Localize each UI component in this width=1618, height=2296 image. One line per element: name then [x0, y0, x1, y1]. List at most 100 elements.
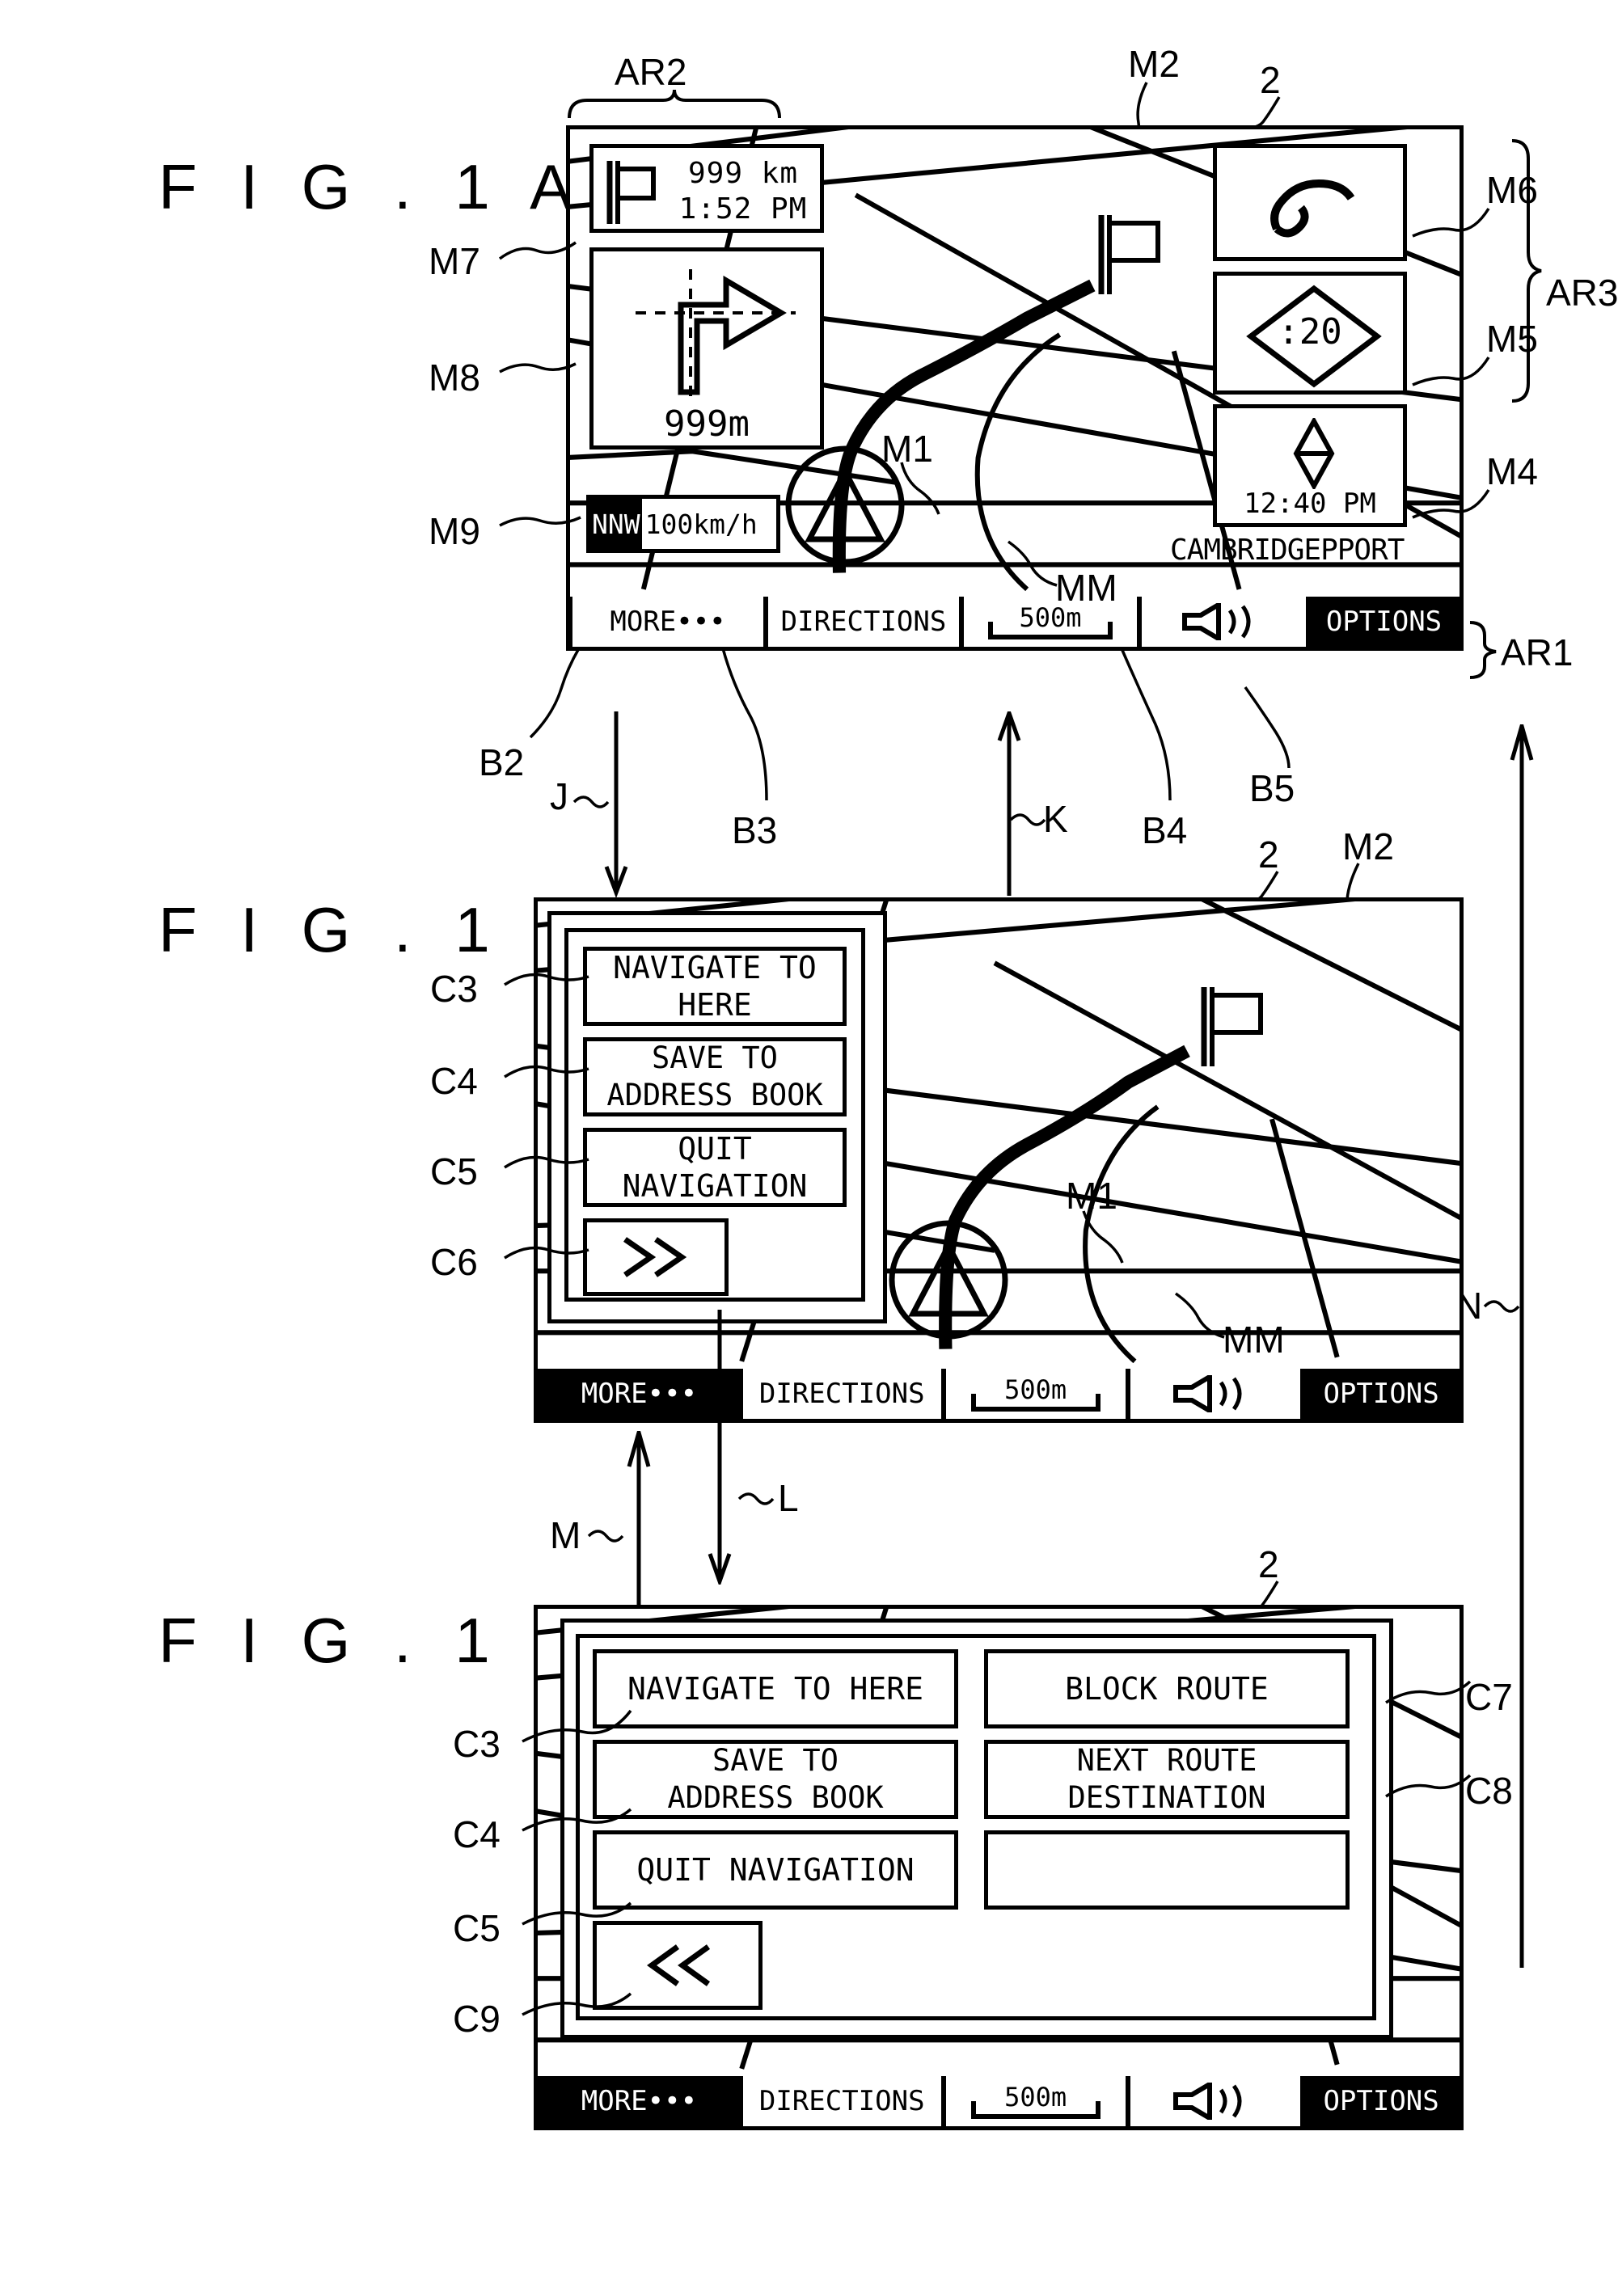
m4-label: M4	[1486, 450, 1538, 492]
scale-button-b[interactable]: 500m	[943, 1369, 1128, 1419]
city-label: CAMBRIDGEPPORT	[1170, 534, 1405, 567]
speaker-volume-icon-b	[1172, 1375, 1242, 1412]
save-to-address-book-button-b[interactable]: SAVE TO ADDRESS BOOK	[583, 1037, 847, 1116]
directions-button-a[interactable]: DIRECTIONS	[766, 597, 961, 647]
next-page-button-b[interactable]	[583, 1218, 729, 1296]
phone-handset-icon	[1270, 179, 1355, 238]
flow-arrow-k	[997, 711, 1021, 896]
volume-button-a[interactable]	[1139, 597, 1308, 647]
leader-m9	[499, 516, 581, 527]
navigate-to-here-button-c[interactable]: NAVIGATE TO HERE	[593, 1649, 958, 1728]
leader-b4	[1120, 648, 1172, 801]
destination-flag-icon-map-a	[1098, 215, 1160, 294]
toolbar-c: MORE••• DIRECTIONS 500m OPTIONS	[538, 2076, 1460, 2126]
ar3-label: AR3	[1546, 272, 1618, 314]
destination-flag-icon	[606, 161, 656, 224]
leader-b2	[529, 648, 581, 739]
flow-label-l: L	[778, 1477, 799, 1519]
leader-c6-b	[504, 1246, 589, 1260]
ar1-brace	[1469, 621, 1497, 679]
options-button-a[interactable]: OPTIONS	[1308, 597, 1460, 647]
more-menu-panel-c: NAVIGATE TO HERE SAVE TO ADDRESS BOOK QU…	[560, 1619, 1393, 2039]
volume-button-b[interactable]	[1127, 1369, 1303, 1419]
leader-c9-c	[522, 1992, 632, 2016]
figure-title-1a: F I G . 1 A	[158, 151, 585, 222]
vehicle-position-triangle-icon-b	[889, 1220, 1008, 1340]
maneuver-box[interactable]: 999m	[589, 247, 824, 449]
navigate-to-here-button-b[interactable]: NAVIGATE TO HERE	[583, 947, 847, 1026]
empty-slot-c[interactable]	[984, 1830, 1350, 1910]
leader-c4-c	[522, 1808, 632, 1832]
eta-info-box[interactable]: 999 km 1:52 PM	[589, 144, 824, 233]
c3-label-b: C3	[430, 968, 478, 1010]
flow-arrow-l	[708, 1310, 732, 1585]
leader-m1-a	[900, 462, 940, 515]
figure-title-1b: F I G . 1 B	[158, 894, 589, 965]
speaker-volume-icon-c	[1172, 2083, 1242, 2120]
b4-label: B4	[1142, 809, 1188, 851]
compass-needle-icon	[1293, 418, 1335, 489]
c5-label-b: C5	[430, 1150, 478, 1192]
scale-button-c[interactable]: 500m	[943, 2076, 1128, 2126]
volume-button-c[interactable]	[1127, 2076, 1303, 2126]
toolbar-a: MORE••• DIRECTIONS 500m OPTIONS	[570, 597, 1460, 647]
compass-clock-button[interactable]: 12:40 PM	[1213, 404, 1407, 527]
more-button-c[interactable]: MORE•••	[538, 2076, 741, 2126]
leader-k	[1009, 813, 1046, 826]
m8-label: M8	[429, 357, 480, 399]
turn-right-arrow-icon	[636, 269, 796, 399]
more-menu-panel-b: NAVIGATE TO HERE SAVE TO ADDRESS BOOK QU…	[547, 911, 887, 1323]
leader-mm-b	[1174, 1292, 1225, 1339]
leader-j	[572, 796, 610, 808]
leader-mm-a	[1007, 540, 1058, 587]
leader-c4-b	[504, 1065, 589, 1078]
maneuver-distance: 999m	[664, 403, 750, 445]
traffic-delay-button[interactable]: :20	[1213, 272, 1407, 395]
phone-button[interactable]	[1213, 144, 1407, 261]
leader-c5-c	[522, 1901, 632, 1926]
quit-navigation-button-c[interactable]: QUIT NAVIGATION	[593, 1830, 958, 1910]
b3-label: B3	[732, 809, 778, 851]
leader-m7	[498, 241, 577, 260]
scale-bar-b	[970, 1394, 1100, 1412]
c5-label-c: C5	[453, 1907, 501, 1949]
scale-bar-c	[970, 2101, 1100, 2119]
leader-b3	[721, 648, 768, 801]
options-button-b[interactable]: OPTIONS	[1303, 1369, 1460, 1419]
leader-l	[737, 1492, 775, 1505]
figure-title-1c: F I G . 1 C	[158, 1605, 592, 1676]
more-menu-inner-c: NAVIGATE TO HERE SAVE TO ADDRESS BOOK QU…	[576, 1634, 1376, 2020]
next-route-destination-button-c[interactable]: NEXT ROUTE DESTINATION	[984, 1740, 1350, 1819]
flow-label-j: J	[550, 775, 568, 817]
options-button-c[interactable]: OPTIONS	[1303, 2076, 1460, 2126]
c9-label-c: C9	[453, 1998, 501, 2040]
leader-c3-b	[504, 973, 589, 986]
m7-label: M7	[429, 240, 480, 282]
navigation-screen-b: NAVIGATE TO HERE SAVE TO ADDRESS BOOK QU…	[534, 897, 1464, 1423]
eta-distance: 999 km	[687, 157, 799, 190]
directions-button-c[interactable]: DIRECTIONS	[740, 2076, 944, 2126]
leader-c8	[1385, 1774, 1472, 1798]
leader-c3-c	[522, 1709, 632, 1743]
block-route-button-c[interactable]: BLOCK ROUTE	[984, 1649, 1350, 1728]
flow-label-k: K	[1043, 798, 1068, 840]
leader-m5	[1412, 357, 1490, 386]
quit-navigation-button-b[interactable]: QUIT NAVIGATION	[583, 1128, 847, 1207]
toolbar-b: MORE••• DIRECTIONS 500m OPTIONS	[538, 1369, 1460, 1419]
leader-m1-b	[1082, 1210, 1124, 1264]
more-button-a[interactable]: MORE•••	[570, 597, 766, 647]
traffic-delay-label: :20	[1278, 311, 1342, 352]
chevron-double-left-icon	[647, 1944, 711, 1986]
leader-m	[587, 1530, 624, 1543]
c3-label-c: C3	[453, 1723, 501, 1765]
m2-label-a: M2	[1128, 43, 1180, 85]
scale-bar-a	[987, 622, 1113, 639]
directions-button-b[interactable]: DIRECTIONS	[740, 1369, 944, 1419]
save-to-address-book-button-c[interactable]: SAVE TO ADDRESS BOOK	[593, 1740, 958, 1819]
speed-heading-box[interactable]: NNW 100km/h	[586, 495, 780, 553]
flow-label-m: M	[550, 1514, 581, 1556]
leader-b5	[1244, 686, 1291, 769]
speaker-volume-icon-a	[1181, 603, 1250, 640]
speed-label: 100km/h	[644, 508, 758, 540]
c6-label-b: C6	[430, 1241, 478, 1283]
